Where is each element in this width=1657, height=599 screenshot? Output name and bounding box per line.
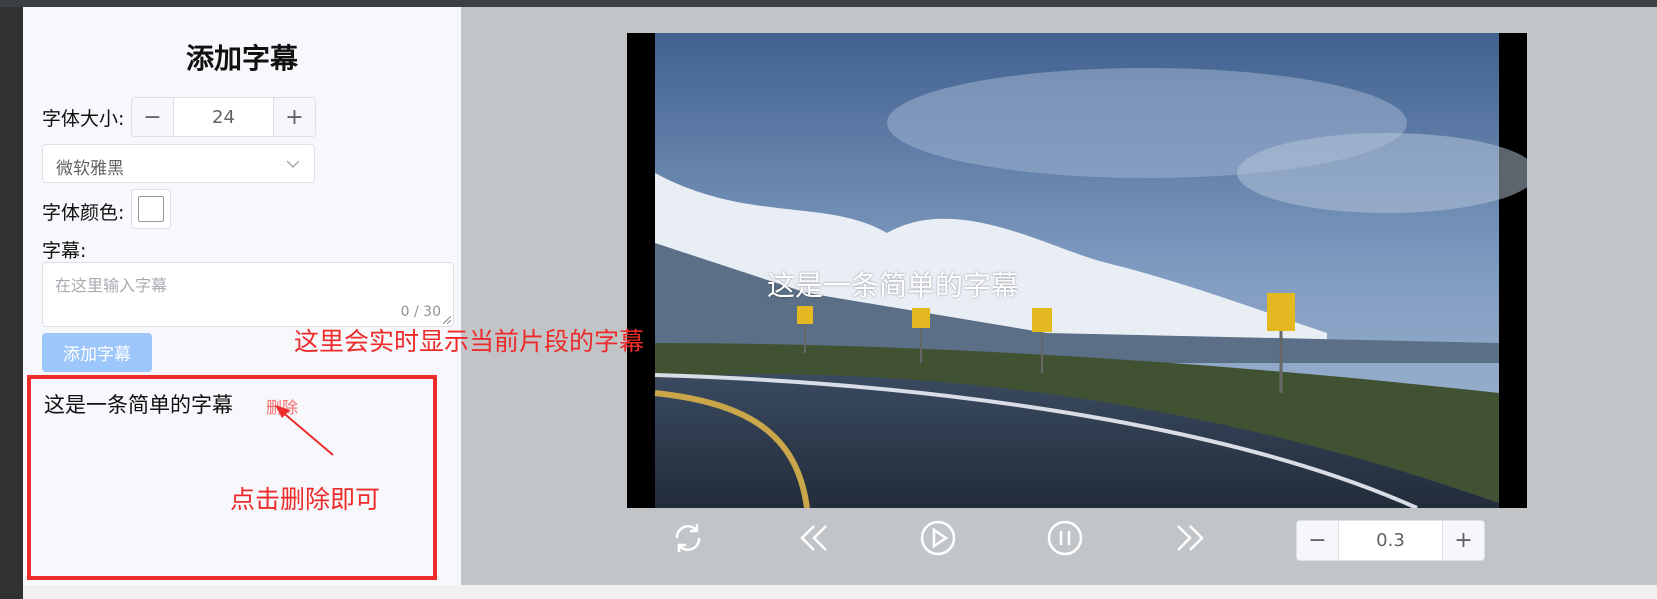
subtitle-list: 这是一条简单的字幕 删除 [27, 375, 437, 580]
video-subtitle-overlay: 这是一条简单的字幕 [767, 269, 1020, 302]
font-size-increase-button[interactable]: + [273, 98, 315, 136]
realtime-subtitle-annotation: 这里会实时显示当前片段的字幕 [294, 327, 645, 356]
fast-forward-icon[interactable] [1170, 518, 1210, 558]
font-family-select[interactable]: 微软雅黑 [42, 144, 315, 183]
bottom-strip [23, 585, 1657, 599]
rewind-icon[interactable] [794, 518, 834, 558]
window-top-bar [0, 0, 1657, 7]
font-size-label: 字体大小: [42, 108, 125, 130]
speed-input[interactable]: 0.3 [1339, 521, 1442, 560]
font-color-picker[interactable] [131, 189, 171, 229]
speed-increase-button[interactable]: + [1442, 521, 1484, 560]
left-edge-strip [0, 7, 23, 599]
chevron-down-icon [286, 160, 300, 169]
pause-icon[interactable] [1045, 518, 1085, 558]
refresh-icon[interactable] [668, 518, 708, 558]
speed-decrease-button[interactable]: − [1297, 521, 1339, 560]
subtitle-char-counter: 0 / 30 [400, 304, 441, 320]
annotation-arrow-icon [275, 405, 334, 456]
playback-speed-stepper: − 0.3 + [1296, 520, 1485, 561]
video-frame-scenery [627, 33, 1527, 508]
font-color-swatch [138, 196, 164, 222]
subtitle-textarea[interactable]: 在这里输入字幕 0 / 30 [42, 262, 454, 327]
add-subtitle-button[interactable]: 添加字幕 [42, 333, 152, 372]
subtitle-placeholder: 在这里输入字幕 [55, 276, 168, 295]
font-color-label: 字体颜色: [42, 202, 125, 224]
video-player[interactable] [627, 33, 1527, 508]
font-family-selected-value: 微软雅黑 [56, 159, 124, 179]
font-size-input[interactable]: 24 [174, 98, 273, 136]
play-icon[interactable] [918, 518, 958, 558]
delete-hint-annotation: 点击删除即可 [230, 485, 381, 514]
panel-title: 添加字幕 [185, 42, 298, 75]
font-size-decrease-button[interactable]: − [132, 98, 174, 136]
subtitle-label: 字幕: [42, 240, 87, 262]
font-size-stepper: − 24 + [131, 97, 316, 137]
subtitle-list-item-text: 这是一条简单的字幕 [44, 393, 233, 417]
